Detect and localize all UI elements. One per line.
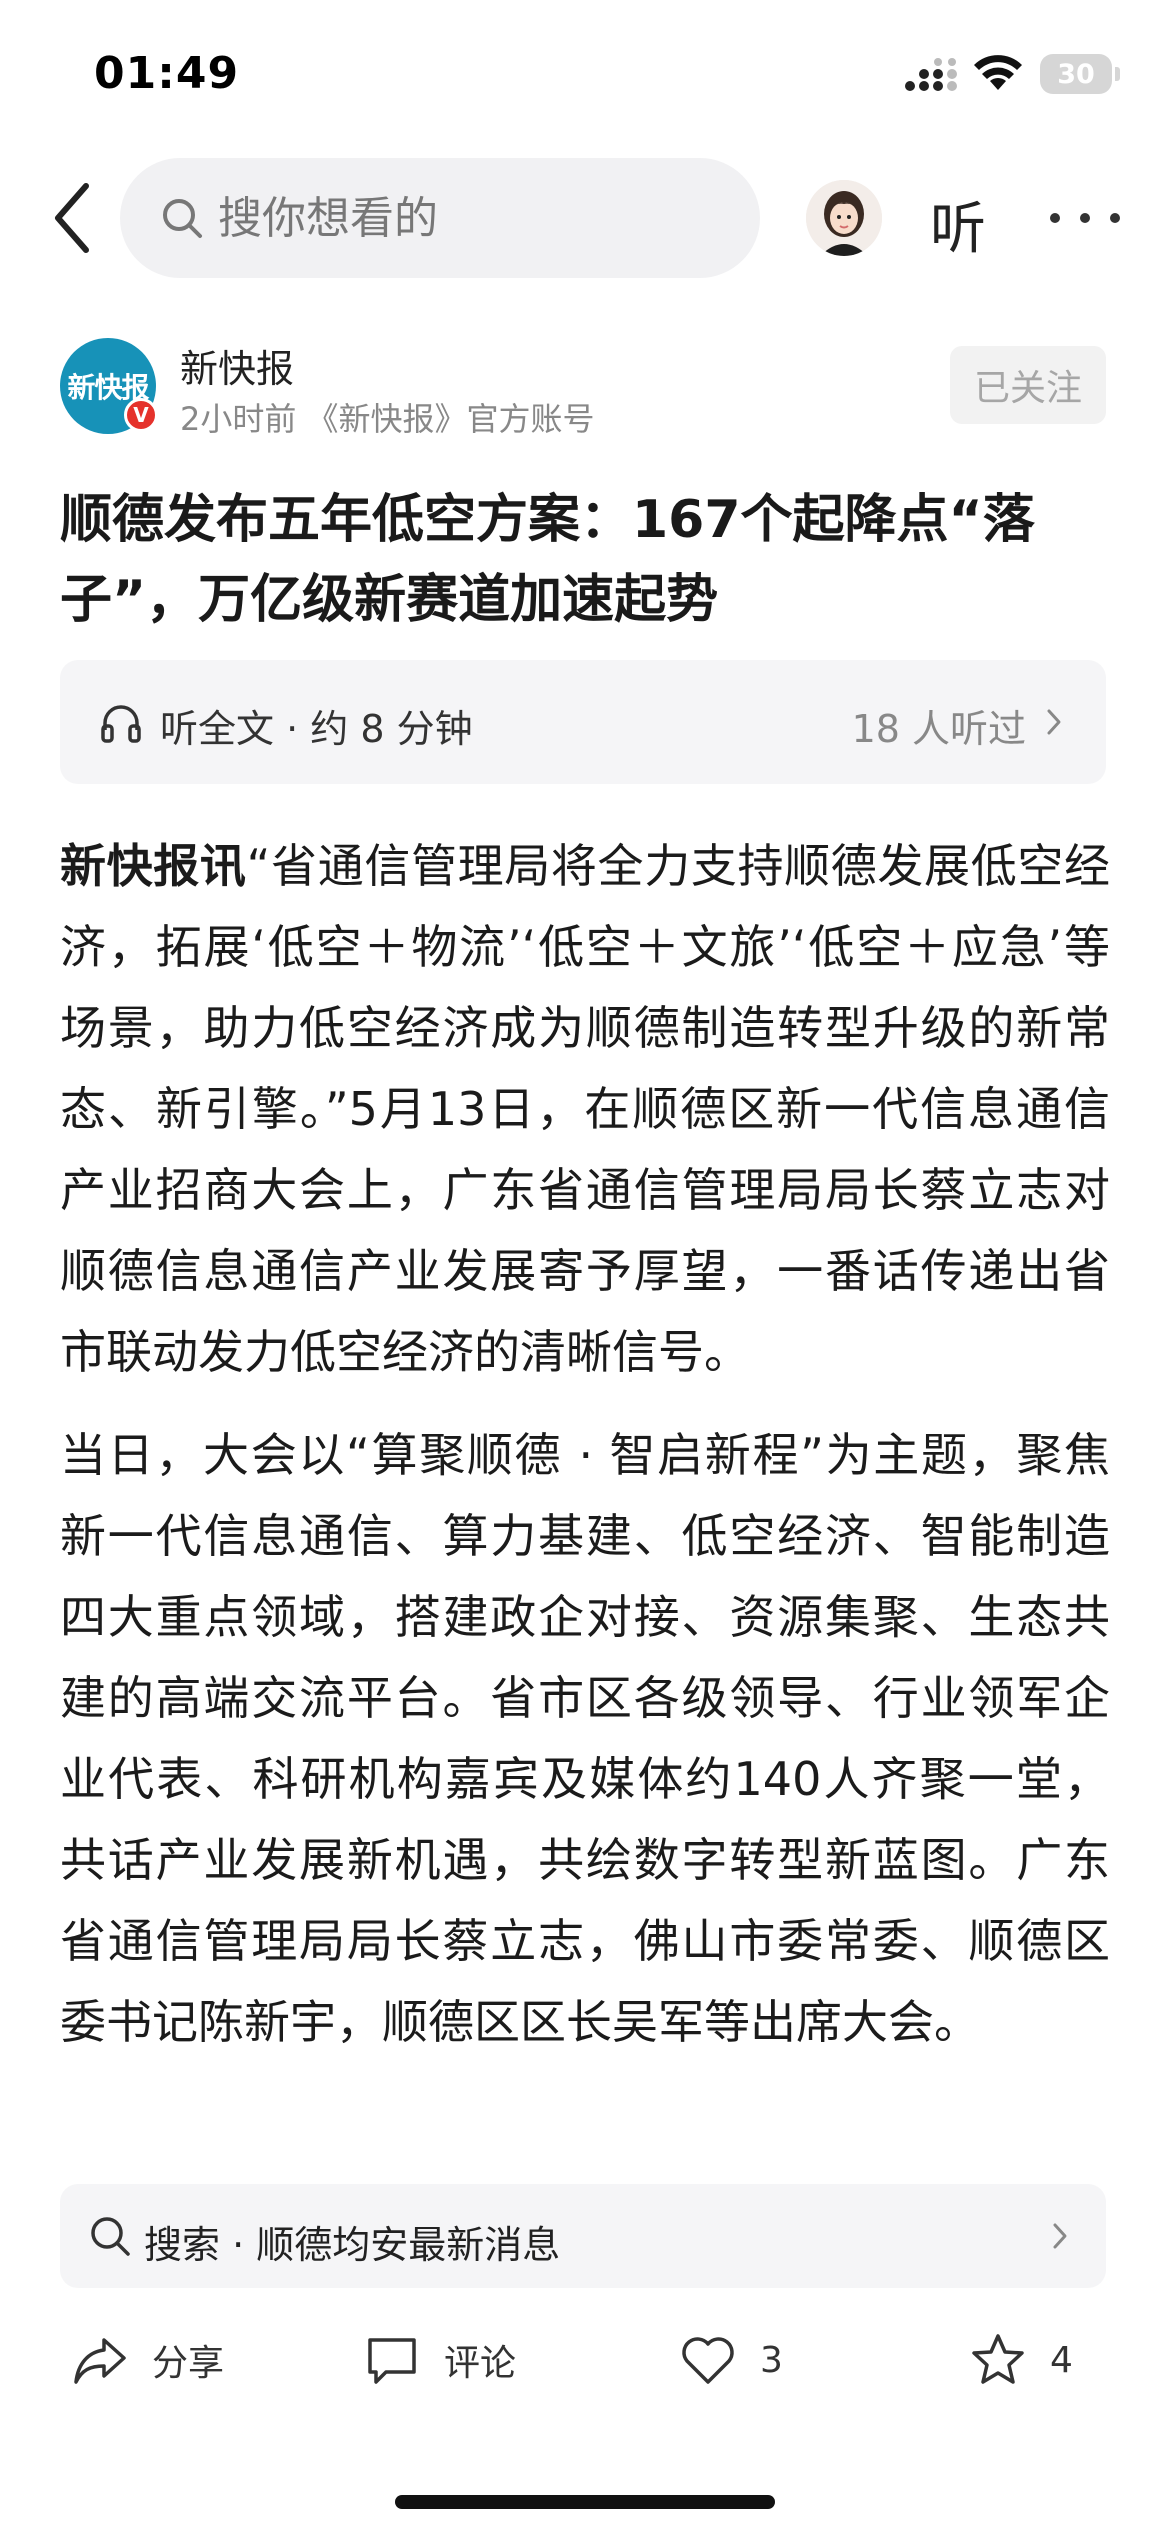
- comment-button[interactable]: 评论: [362, 2320, 516, 2400]
- listen-full-text-bar[interactable]: 听全文 · 约 8 分钟 18 人听过: [60, 660, 1106, 784]
- status-bar: 01:49 30: [0, 0, 1170, 150]
- chevron-right-icon: [1047, 709, 1061, 735]
- comment-label: 评论: [444, 2343, 517, 2384]
- publisher-meta: 2小时前 《新快报》官方账号: [180, 400, 595, 438]
- battery-indicator: 30: [1040, 54, 1120, 94]
- like-count: 3: [760, 2339, 783, 2381]
- article-title: 顺德发布五年低空方案：167个起降点“落子”，万亿级新赛道加速起势: [60, 490, 1035, 630]
- publisher-name[interactable]: 新快报: [180, 338, 294, 393]
- search-bar[interactable]: [120, 158, 760, 278]
- listen-button[interactable]: 听: [930, 184, 986, 265]
- paragraph-text: “省通信管理局将全力支持顺德发展低空经济，拓展‘低空＋物流’‘低空＋文旅’‘低空…: [60, 839, 1110, 1379]
- paragraph-lead: 新快报讯: [60, 839, 247, 893]
- article-paragraph: 新快报讯“省通信管理局将全力支持顺德发展低空经济，拓展‘低空＋物流’‘低空＋文旅…: [60, 826, 1110, 1393]
- share-button[interactable]: 分享: [70, 2320, 224, 2400]
- share-label: 分享: [152, 2343, 225, 2384]
- search-input[interactable]: [218, 192, 698, 244]
- star-icon: [972, 2334, 1024, 2384]
- back-arrow-icon[interactable]: [50, 180, 94, 256]
- listen-count-text: 18 人听过: [851, 707, 1026, 751]
- home-indicator[interactable]: [395, 2495, 775, 2509]
- headphones-icon: [101, 705, 141, 743]
- follow-button[interactable]: 已关注: [950, 346, 1106, 424]
- like-button[interactable]: 3: [678, 2320, 783, 2400]
- bottom-action-bar: 分享 评论 3 4: [0, 2310, 1170, 2430]
- chevron-right-icon: [1053, 2223, 1067, 2249]
- wifi-icon: [974, 55, 1022, 90]
- article-body: 新快报讯“省通信管理局将全力支持顺德发展低空经济，拓展‘低空＋物流’‘低空＋文旅…: [60, 826, 1110, 2166]
- share-icon: [74, 2338, 126, 2384]
- verified-badge-icon: V: [124, 398, 158, 432]
- status-time: 01:49: [94, 48, 240, 99]
- comment-icon: [368, 2338, 416, 2384]
- favorite-count: 4: [1050, 2339, 1073, 2381]
- article-paragraph: 当日，大会以“算聚顺德 · 智启新程”为主题，聚焦新一代信息通信、算力基建、低空…: [60, 1428, 1110, 2049]
- suggestion-text: 搜索 · 顺德均安最新消息: [144, 2223, 561, 2267]
- more-options-icon[interactable]: [1050, 210, 1120, 226]
- avatar[interactable]: [806, 180, 882, 256]
- cellular-signal-icon: [905, 58, 957, 91]
- search-icon: [163, 199, 202, 238]
- assistant-avatar-icon: [806, 180, 882, 256]
- search-icon: [91, 2217, 130, 2256]
- favorite-button[interactable]: 4: [968, 2320, 1073, 2400]
- heart-icon: [682, 2337, 734, 2384]
- listen-duration-text: 听全文 · 约 8 分钟: [160, 707, 473, 751]
- related-search-suggestion[interactable]: 搜索 · 顺德均安最新消息: [60, 2184, 1106, 2288]
